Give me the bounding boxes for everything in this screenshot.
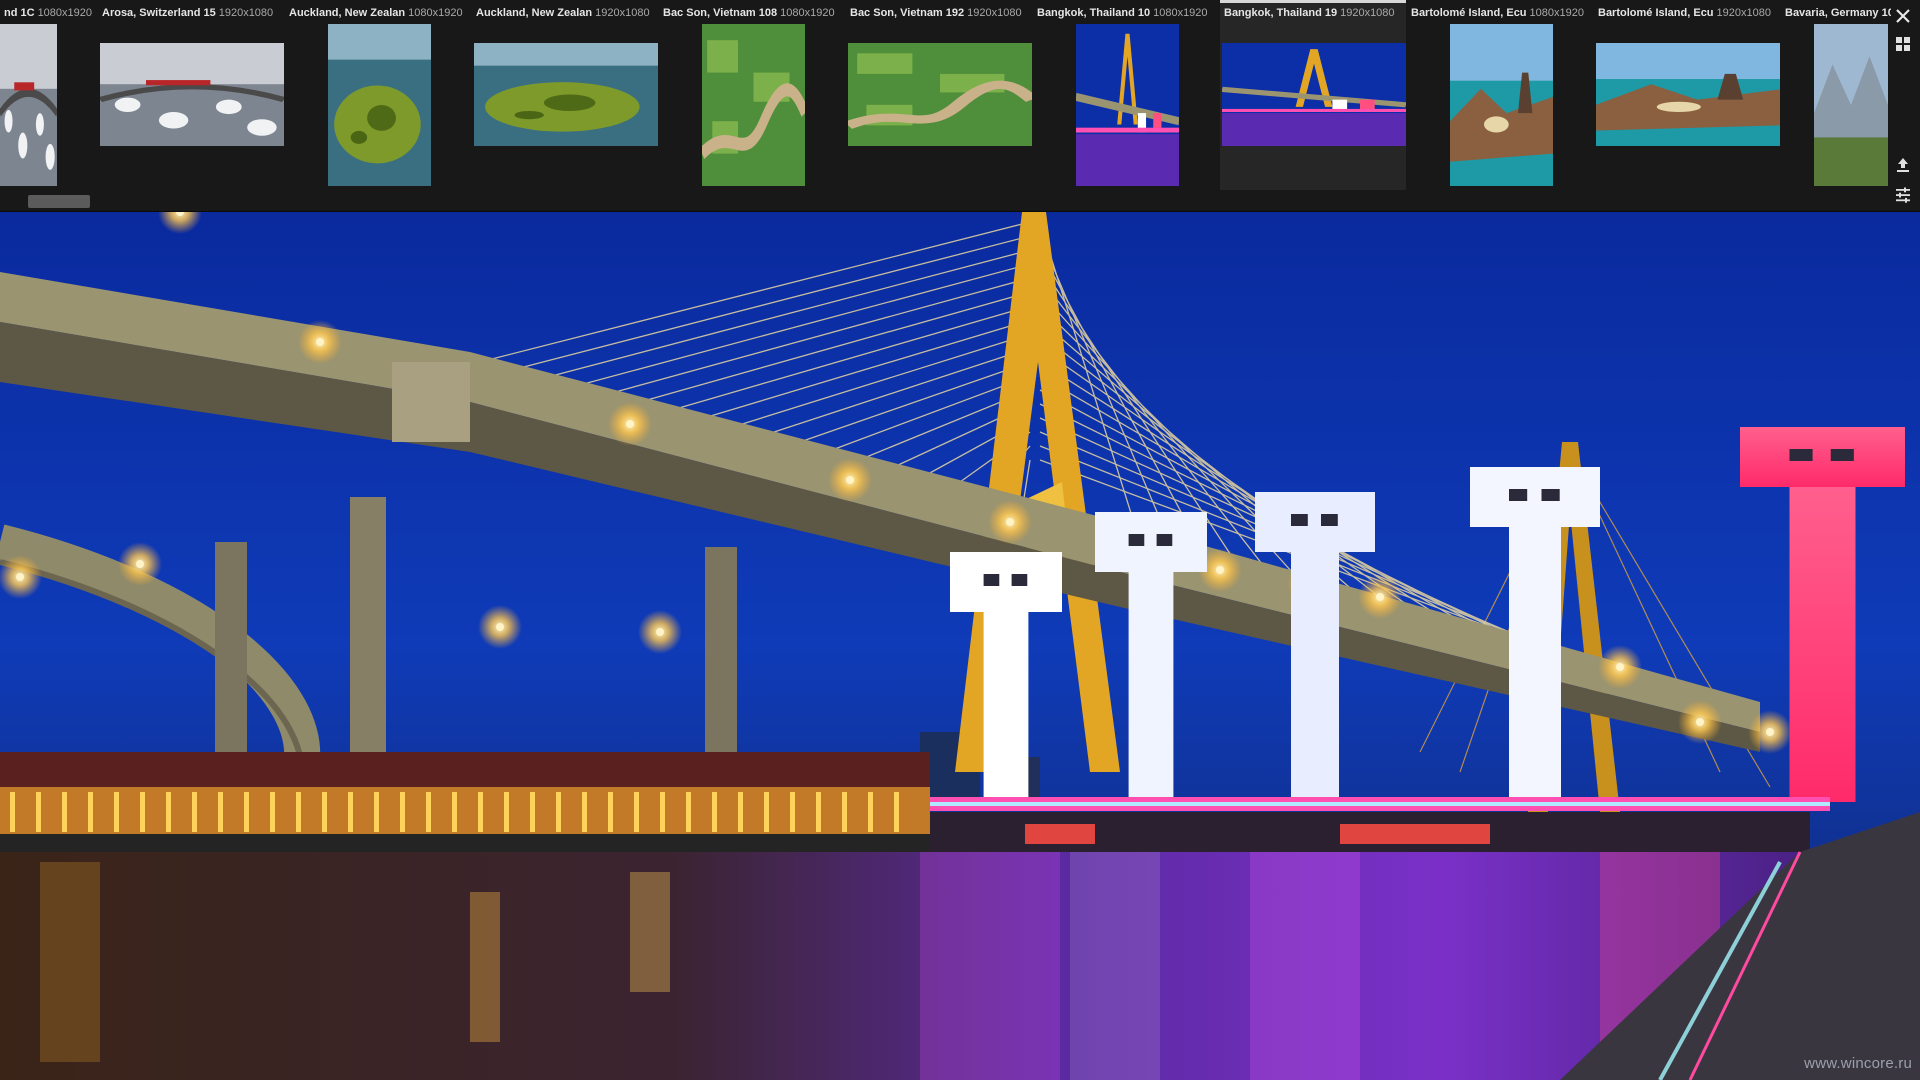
thumbnail-item[interactable]: nd 1C 1080x1920 [0, 0, 97, 190]
thumbnail-caption: Bac Son, Vietnam 192 1920x1080 [846, 5, 1032, 21]
thumbnail-image [0, 24, 57, 186]
thumbnail-caption: Bangkok, Thailand 10 1080x1920 [1033, 5, 1219, 21]
thumbnail-strip: nd 1C 1080x1920 Arosa, Switzerland 15 1920x… [0, 0, 1920, 212]
thumbnail-image [100, 43, 284, 146]
thumbnail-caption: Auckland, New Zealan 1080x1920 [285, 5, 471, 21]
thumbnail-dimensions: 1080x1920 [408, 7, 463, 19]
sliders-icon [1896, 187, 1910, 203]
thumbnail-title: Auckland, New Zealan [476, 7, 593, 19]
main-image-viewer[interactable]: www.wincore.ru [0, 212, 1920, 1080]
thumbnail-item[interactable]: Auckland, New Zealan 1080x1920 [285, 0, 471, 190]
thumbnail-image [327, 24, 431, 186]
close-icon [1896, 9, 1910, 23]
watermark: www.wincore.ru [1804, 1055, 1912, 1072]
thumbnail-dimensions: 1080x1920 [37, 7, 93, 19]
settings-button[interactable] [1891, 183, 1915, 207]
thumbnail-item[interactable]: Bartolomé Island, Ecu 1080x1920 [1407, 0, 1593, 190]
thumbnail-item[interactable]: Bavaria, Germany 10 [1781, 0, 1891, 190]
close-button[interactable] [1891, 4, 1915, 28]
thumbnail-caption: Bangkok, Thailand 19 1920x1080 [1220, 5, 1406, 21]
thumbnail-caption: Bavaria, Germany 10 [1781, 5, 1891, 21]
thumbnail-image [1814, 24, 1888, 186]
thumbnail-item[interactable]: Bangkok, Thailand 10 1080x1920 [1033, 0, 1219, 190]
strip-scrollbar-thumb[interactable] [28, 195, 90, 208]
thumbnail-dimensions: 1920x1080 [595, 7, 650, 19]
thumbnail-dimensions: 1080x1920 [780, 7, 835, 19]
thumbnail-image [848, 43, 1032, 146]
bangkok-bridge-photo [0, 212, 1920, 1080]
thumbnail-image [1596, 43, 1780, 146]
thumbnail-caption: Bartolomé Island, Ecu 1080x1920 [1407, 5, 1593, 21]
upload-button[interactable] [1891, 153, 1915, 177]
thumbnail-caption: nd 1C 1080x1920 [0, 5, 97, 21]
thumbnail-title: nd 1C [4, 7, 35, 19]
thumbnail-title: Bartolomé Island, Ecu [1411, 7, 1527, 19]
thumbnail-title: Bartolomé Island, Ecu [1598, 7, 1714, 19]
thumbnail-item[interactable]: Auckland, New Zealan 1920x1080 [472, 0, 658, 190]
upload-icon [1897, 158, 1909, 172]
grid-icon [1896, 37, 1910, 51]
thumbnail-dimensions: 1080x1920 [1153, 7, 1208, 19]
thumbnail-caption: Bartolomé Island, Ecu 1920x1080 [1594, 5, 1780, 21]
thumbnail-image [701, 24, 805, 186]
thumbnail-title: Auckland, New Zealan [289, 7, 406, 19]
thumbnail-image [474, 43, 658, 146]
thumbnail-title: Bangkok, Thailand 10 [1037, 7, 1151, 19]
thumbnail-dimensions: 1920x1080 [1340, 7, 1395, 19]
thumbnail-title: Bac Son, Vietnam 192 [850, 7, 965, 19]
thumbnail-image [1449, 24, 1553, 186]
thumbnail-title: Arosa, Switzerland 15 [102, 7, 216, 19]
thumbnail-dimensions: 1920x1080 [218, 7, 274, 19]
thumbnail-dimensions: 1080x1920 [1529, 7, 1584, 19]
thumbnail-item[interactable]: Arosa, Switzerland 15 1920x1080 [98, 0, 284, 190]
thumbnail-title: Bangkok, Thailand 19 [1224, 7, 1338, 19]
thumbnail-dimensions: 1920x1080 [1716, 7, 1771, 19]
thumbnail-item[interactable]: Bac Son, Vietnam 192 1920x1080 [846, 0, 1032, 190]
thumbnail-image [1222, 43, 1406, 146]
thumbnail-item[interactable]: Bac Son, Vietnam 108 1080x1920 [659, 0, 845, 190]
grid-view-button[interactable] [1891, 32, 1915, 56]
thumbnail-dimensions: 1920x1080 [967, 7, 1022, 19]
thumbnail-caption: Bac Son, Vietnam 108 1080x1920 [659, 5, 845, 21]
thumbnail-caption: Auckland, New Zealan 1920x1080 [472, 5, 658, 21]
thumbnail-item[interactable]: Bartolomé Island, Ecu 1920x1080 [1594, 0, 1780, 190]
thumbnail-title: Bac Son, Vietnam 108 [663, 7, 778, 19]
thumbnail-image [1075, 24, 1179, 186]
thumbnail-item[interactable]: Bangkok, Thailand 19 1920x1080 [1220, 0, 1406, 190]
thumbnail-caption: Arosa, Switzerland 15 1920x1080 [98, 5, 284, 21]
thumbnail-title: Bavaria, Germany 10 [1785, 7, 1891, 19]
